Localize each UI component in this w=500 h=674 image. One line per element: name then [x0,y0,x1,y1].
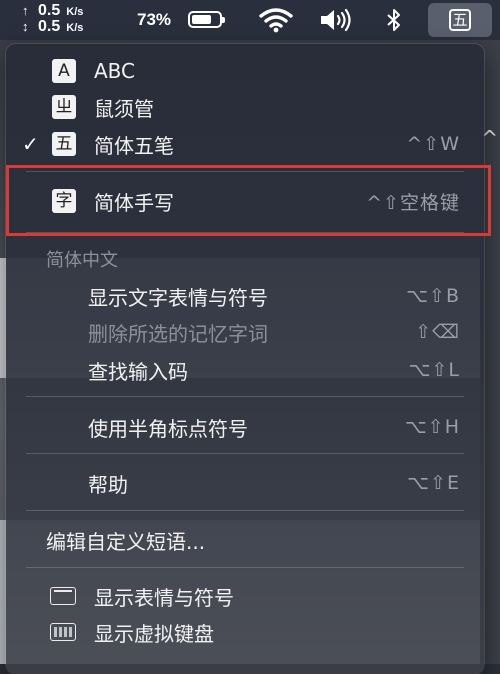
menu-item-label: 显示表情与符号 [94,585,234,610]
shortcut-hint: ⇧⌫ [415,321,460,343]
menu-item-edit-phrases[interactable]: 编辑自定义短语... [6,523,484,557]
shortcut-hint: ⌥⇧L [408,359,460,381]
menu-item-label: 编辑自定义短语... [46,529,206,554]
separator [26,396,464,397]
battery-level [192,15,211,24]
upload-speed: 0.5 [38,2,61,19]
shortcut-hint: ⌥⇧B [406,285,460,307]
menu-item-find-input-code[interactable]: 查找输入码 ⌥⇧L [6,353,484,387]
network-speed: ↑ 0.5 K/s ↕ 0.5 K/s [22,3,83,35]
shortcut-hint: ⌥⇧H [404,416,460,438]
input-source-wubi[interactable]: ✓ 五 简体五笔 ^⇧W [6,127,484,161]
menu-bar: ↑ 0.5 K/s ↕ 0.5 K/s 73% 五 [0,0,500,40]
menu-item-label: 删除所选的记忆字词 [88,321,268,346]
input-method-dropdown: A ABC ㄓ 鼠须管 ✓ 五 简体五笔 ^⇧W 字 简体手写 ^⇧空格键 简体… [6,44,484,674]
upload-arrow-icon: ↑ [22,3,29,18]
menu-item-label: 查找输入码 [88,359,188,384]
battery-percent[interactable]: 73% [137,10,171,30]
input-source-label: 鼠须管 [94,96,154,121]
menu-item-label: 显示虚拟键盘 [94,621,214,646]
bluetooth-icon[interactable] [382,6,406,34]
menu-item-label: 使用半角标点符号 [88,416,248,441]
checkmark-icon: ✓ [22,132,39,156]
input-method-menu-button[interactable]: 五 [428,3,492,37]
input-source-label: ABC [94,59,136,83]
menu-item-label: 显示文字表情与符号 [88,285,268,310]
abc-icon: A [52,59,76,83]
menu-item-help[interactable]: 帮助 ⌥⇧E [6,466,484,500]
volume-icon[interactable] [318,6,354,34]
shortcut-hint: ⌥⇧E [407,472,460,494]
squirrel-icon: ㄓ [52,95,76,119]
download-speed: 0.5 [38,18,61,35]
battery-icon[interactable] [188,11,225,28]
input-source-abc[interactable]: A ABC [6,54,484,88]
emoji-viewer-icon [50,587,76,605]
upload-unit: K/s [66,6,84,18]
input-source-label: 简体五笔 [94,133,174,158]
wubi-icon: 五 [52,132,76,156]
separator [26,510,464,511]
wifi-icon[interactable] [256,6,296,34]
input-method-indicator: 五 [449,9,471,31]
download-arrow-icon: ↕ [22,19,29,34]
menu-item-delete-learned-word: 删除所选的记忆字词 ⇧⌫ [6,315,484,349]
menu-item-half-width-punctuation[interactable]: 使用半角标点符号 ⌥⇧H [6,410,484,444]
separator [26,567,464,568]
input-source-squirrel[interactable]: ㄓ 鼠须管 [6,90,484,124]
menu-item-show-emoji-viewer[interactable]: 显示表情与符号 [6,579,484,613]
menu-item-label: 帮助 [88,472,128,497]
menu-item-show-keyboard-viewer[interactable]: 显示虚拟键盘 [6,615,484,649]
menu-item-show-emoji-text[interactable]: 显示文字表情与符号 ⌥⇧B [6,279,484,313]
separator [26,453,464,454]
download-unit: K/s [66,22,84,34]
shortcut-hint: ^⇧W [406,133,460,155]
keyboard-viewer-icon [50,623,76,641]
section-title: 简体中文 [46,250,118,271]
highlight-annotation-box [6,165,491,236]
